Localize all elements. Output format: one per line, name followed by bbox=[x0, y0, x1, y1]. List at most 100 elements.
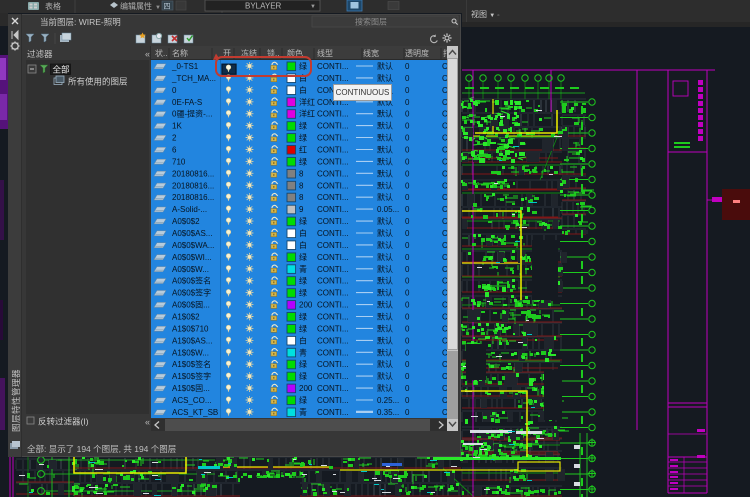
svg-text:20180816...: 20180816... bbox=[172, 169, 214, 178]
svg-text:默认: 默认 bbox=[377, 133, 393, 143]
svg-text:0: 0 bbox=[405, 360, 410, 369]
svg-text:默认: 默认 bbox=[377, 73, 393, 83]
svg-text:CONTI...: CONTI... bbox=[317, 62, 349, 71]
svg-text:0.05...: 0.05... bbox=[377, 205, 399, 214]
svg-text:默认: 默认 bbox=[377, 371, 393, 381]
svg-text:A1$0$固...: A1$0$固... bbox=[172, 384, 210, 393]
svg-text:默认: 默认 bbox=[377, 288, 393, 298]
svg-text:默认: 默认 bbox=[377, 121, 393, 131]
svg-text:0: 0 bbox=[405, 313, 410, 322]
svg-text:710: 710 bbox=[172, 157, 186, 166]
svg-text:0: 0 bbox=[405, 336, 410, 345]
svg-text:绿: 绿 bbox=[299, 313, 307, 322]
svg-text:白: 白 bbox=[299, 335, 307, 345]
svg-text:CONTI...: CONTI... bbox=[317, 301, 349, 310]
svg-text:CONTI...: CONTI... bbox=[317, 265, 349, 274]
svg-text:CONTI...: CONTI... bbox=[317, 110, 349, 119]
svg-text:0: 0 bbox=[172, 86, 177, 95]
svg-text:0: 0 bbox=[405, 277, 410, 286]
svg-text:默认: 默认 bbox=[377, 61, 393, 71]
svg-text:红: 红 bbox=[299, 145, 307, 155]
svg-text:绿: 绿 bbox=[299, 277, 307, 286]
svg-text:默认: 默认 bbox=[377, 300, 393, 310]
svg-text:8: 8 bbox=[299, 169, 304, 178]
svg-text:默认: 默认 bbox=[377, 109, 393, 119]
svg-text:0: 0 bbox=[405, 384, 410, 393]
svg-text:0: 0 bbox=[405, 146, 410, 155]
svg-text:8: 8 bbox=[299, 181, 304, 190]
svg-text:绿: 绿 bbox=[299, 396, 307, 405]
svg-text:绿: 绿 bbox=[299, 372, 307, 381]
svg-text:A1$0$2: A1$0$2 bbox=[172, 313, 200, 322]
svg-text:CONTI...: CONTI... bbox=[317, 396, 349, 405]
svg-text:1K: 1K bbox=[172, 122, 182, 131]
svg-text:0: 0 bbox=[405, 229, 410, 238]
svg-text:CONTI...: CONTI... bbox=[317, 157, 349, 166]
svg-text:绿: 绿 bbox=[299, 122, 307, 131]
svg-text:CONTI...: CONTI... bbox=[317, 217, 349, 226]
svg-text:绿: 绿 bbox=[299, 324, 307, 333]
svg-text:默认: 默认 bbox=[377, 264, 393, 274]
svg-text:0: 0 bbox=[405, 134, 410, 143]
svg-text:CONTI...: CONTI... bbox=[317, 360, 349, 369]
svg-text:0: 0 bbox=[405, 205, 410, 214]
svg-text:A0$0$W...: A0$0$W... bbox=[172, 265, 209, 274]
svg-text:CONTI...: CONTI... bbox=[317, 74, 349, 83]
svg-text:CONTI...: CONTI... bbox=[317, 372, 349, 381]
svg-text:默认: 默认 bbox=[377, 156, 393, 166]
svg-text:绿: 绿 bbox=[299, 289, 307, 298]
svg-text:默认: 默认 bbox=[377, 240, 393, 250]
svg-text:青: 青 bbox=[299, 264, 307, 274]
svg-text:默认: 默认 bbox=[377, 228, 393, 238]
svg-text:默认: 默认 bbox=[377, 145, 393, 155]
svg-text:A0$0$WA...: A0$0$WA... bbox=[172, 241, 214, 250]
svg-text:A1$0$710: A1$0$710 bbox=[172, 324, 209, 333]
svg-text:8: 8 bbox=[299, 193, 304, 202]
svg-text:绿: 绿 bbox=[299, 157, 307, 166]
svg-text:0: 0 bbox=[405, 157, 410, 166]
svg-text:0: 0 bbox=[405, 372, 410, 381]
svg-text:ACS_CO...: ACS_CO... bbox=[172, 396, 212, 405]
svg-text:默认: 默认 bbox=[377, 216, 393, 226]
svg-text:CONTI...: CONTI... bbox=[317, 146, 349, 155]
svg-text:CONTI...: CONTI... bbox=[317, 181, 349, 190]
svg-text:白: 白 bbox=[299, 240, 307, 250]
svg-text:0: 0 bbox=[405, 62, 410, 71]
svg-text:CONTI...: CONTI... bbox=[317, 348, 349, 357]
svg-text:0: 0 bbox=[405, 122, 410, 131]
svg-text:全部: 显示了 194 个图层, 共 194 个图层: 全部: 显示了 194 个图层, 共 194 个图层 bbox=[27, 444, 176, 454]
svg-text:A1$0$W...: A1$0$W... bbox=[172, 348, 209, 357]
svg-text:200: 200 bbox=[299, 301, 313, 310]
svg-text:0: 0 bbox=[405, 301, 410, 310]
svg-text:0: 0 bbox=[405, 98, 410, 107]
svg-text:0: 0 bbox=[405, 289, 410, 298]
svg-text:A0$0$WI...: A0$0$WI... bbox=[172, 253, 212, 262]
svg-text:默认: 默认 bbox=[377, 335, 393, 345]
svg-text:反转过滤器(I): 反转过滤器(I) bbox=[38, 417, 89, 427]
svg-text:A0$0$2: A0$0$2 bbox=[172, 217, 200, 226]
svg-text:«: « bbox=[145, 417, 150, 427]
svg-text:默认: 默认 bbox=[377, 276, 393, 286]
svg-text:CONTI...: CONTI... bbox=[317, 229, 349, 238]
svg-text:A0$0$固...: A0$0$固... bbox=[172, 301, 210, 310]
svg-text:默认: 默认 bbox=[377, 168, 393, 178]
svg-text:9: 9 bbox=[299, 205, 304, 214]
svg-text:默认: 默认 bbox=[377, 180, 393, 190]
svg-text:CONTI...: CONTI... bbox=[317, 253, 349, 262]
svg-text:0: 0 bbox=[405, 348, 410, 357]
svg-text:A1$0$签字: A1$0$签字 bbox=[172, 371, 211, 381]
svg-text:0: 0 bbox=[405, 241, 410, 250]
svg-text:A0$0$签名: A0$0$签名 bbox=[172, 276, 211, 286]
svg-text:0: 0 bbox=[405, 217, 410, 226]
svg-text:0.25...: 0.25... bbox=[377, 396, 399, 405]
svg-text:CONTI...: CONTI... bbox=[317, 336, 349, 345]
svg-text:0: 0 bbox=[405, 74, 410, 83]
svg-text:白: 白 bbox=[299, 228, 307, 238]
svg-text:0: 0 bbox=[405, 253, 410, 262]
svg-text:默认: 默认 bbox=[377, 383, 393, 393]
svg-text:0: 0 bbox=[405, 265, 410, 274]
svg-text:默认: 默认 bbox=[377, 312, 393, 322]
svg-text:绿: 绿 bbox=[299, 217, 307, 226]
svg-text:绿: 绿 bbox=[299, 134, 307, 143]
svg-text:_TCH_MA...: _TCH_MA... bbox=[171, 74, 216, 83]
